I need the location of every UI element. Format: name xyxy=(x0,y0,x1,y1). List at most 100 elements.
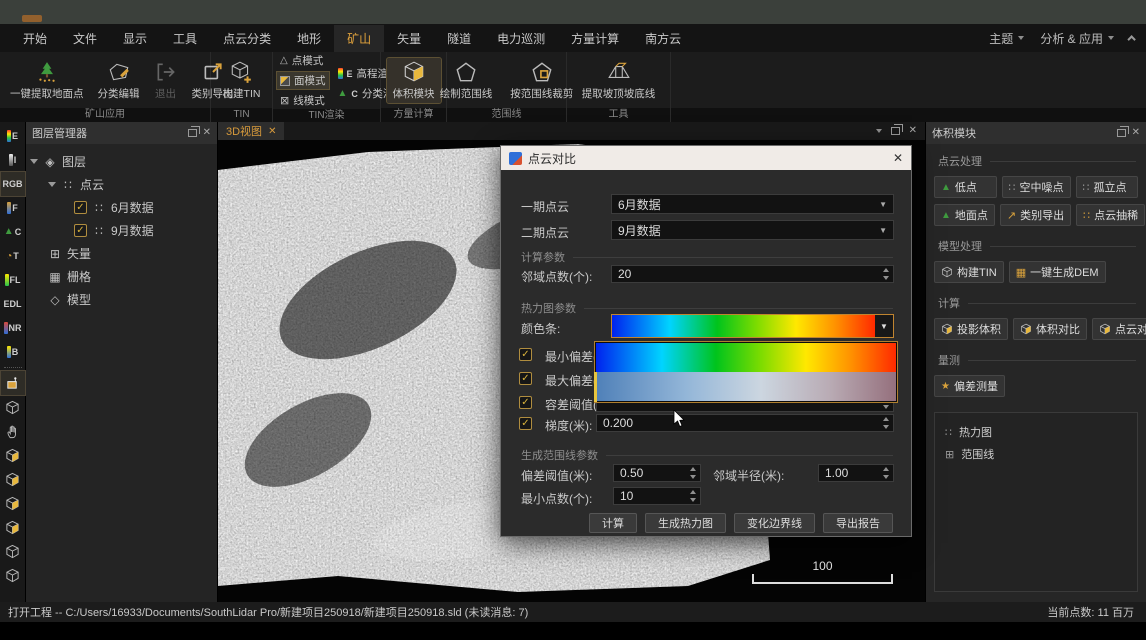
ground-point-button[interactable]: ▲地面点 xyxy=(934,204,995,226)
point-mode-button[interactable]: △点模式 xyxy=(277,52,329,69)
class-export-button[interactable]: ↗类别导出 xyxy=(1000,204,1071,226)
time-render-tool[interactable]: ◔T xyxy=(1,244,25,268)
menu-item-tools[interactable]: 工具 xyxy=(160,25,210,52)
isolated-point-button[interactable]: ∷孤立点 xyxy=(1076,176,1139,198)
checkbox-sept[interactable]: ✓ xyxy=(74,224,87,237)
float-view-icon[interactable] xyxy=(891,127,900,135)
collapse-ribbon-icon[interactable] xyxy=(1127,35,1135,43)
min-deviation-checkbox[interactable]: ✓ xyxy=(519,348,532,361)
change-boundary-button[interactable]: 变化边界线 xyxy=(734,513,815,533)
edl-tool[interactable]: EDL xyxy=(1,292,25,316)
view-cube-left[interactable] xyxy=(1,491,25,515)
expander-icon[interactable] xyxy=(30,159,38,164)
volume-compare-button[interactable]: 体积对比 xyxy=(1013,318,1087,340)
proj-volume-button[interactable]: 投影体积 xyxy=(934,318,1008,340)
classify-edit-button[interactable]: 分类编辑 xyxy=(92,58,146,103)
menu-item-volume-calc[interactable]: 方量计算 xyxy=(558,25,632,52)
colormap-option-muted[interactable] xyxy=(596,372,896,401)
spin-buttons[interactable] xyxy=(687,467,698,479)
tree-node-june[interactable]: ✓ ∷ 6月数据 xyxy=(30,196,213,219)
list-item-heatmap[interactable]: ∷热力图 xyxy=(945,421,1127,443)
tree-node-model[interactable]: ◇ 模型 xyxy=(30,288,213,311)
build-tin-button[interactable]: 构建TIN xyxy=(217,58,267,103)
spin-buttons[interactable] xyxy=(880,417,891,429)
menu-item-start[interactable]: 开始 xyxy=(10,25,60,52)
nr-tool[interactable]: NR xyxy=(1,316,25,340)
extract-ground-button[interactable]: 一键提取地面点 xyxy=(4,58,90,103)
menu-item-vector[interactable]: 矢量 xyxy=(384,25,434,52)
spin-buttons[interactable] xyxy=(880,268,891,280)
elevation-render-tool[interactable]: E xyxy=(1,124,25,148)
extract-slope-button[interactable]: 提取坡顶坡底线 xyxy=(576,58,662,103)
tree-node-sept[interactable]: ✓ ∷ 9月数据 xyxy=(30,219,213,242)
close-panel-icon[interactable]: ✕ xyxy=(1132,128,1140,138)
export-report-button[interactable]: 导出报告 xyxy=(823,513,893,533)
cube-select-tool[interactable] xyxy=(1,395,25,419)
gradient-input[interactable]: 0.200 xyxy=(596,414,894,432)
neighbor-input[interactable]: 20 xyxy=(611,265,894,283)
intensity-render-tool[interactable]: I xyxy=(1,148,25,172)
colormap-option-rainbow[interactable] xyxy=(596,343,896,372)
list-item-rangeline[interactable]: ⊞范围线 xyxy=(945,443,1127,465)
gradient-checkbox[interactable]: ✓ xyxy=(519,417,532,430)
menu-item-tunnel[interactable]: 隧道 xyxy=(434,25,484,52)
colorbar-combo[interactable]: ▼ xyxy=(611,314,894,338)
dev-threshold-input[interactable]: 0.50 xyxy=(613,464,701,482)
menu-item-south-cloud[interactable]: 南方云 xyxy=(632,25,694,52)
theme-menu[interactable]: 主题 xyxy=(989,30,1024,47)
expander-icon[interactable] xyxy=(48,182,56,187)
close-panel-icon[interactable]: ✕ xyxy=(203,128,211,138)
tolerance-checkbox[interactable]: ✓ xyxy=(519,396,532,409)
menu-item-display[interactable]: 显示 xyxy=(110,25,160,52)
dialog-close-icon[interactable]: ✕ xyxy=(893,151,903,165)
phase1-combo[interactable]: 6月数据 ▼ xyxy=(611,194,894,214)
float-panel-icon[interactable] xyxy=(1117,129,1126,137)
pan-tool[interactable] xyxy=(1,419,25,443)
view-cube-bottom[interactable] xyxy=(1,563,25,587)
menu-item-power[interactable]: 电力巡测 xyxy=(484,25,558,52)
menu-item-mine[interactable]: 矿山 xyxy=(334,25,384,52)
rgb-render-tool[interactable]: RGB xyxy=(1,172,25,196)
tree-node-vector[interactable]: ⊞ 矢量 xyxy=(30,242,213,265)
close-view-icon[interactable]: ✕ xyxy=(909,126,917,136)
checkbox-june[interactable]: ✓ xyxy=(74,201,87,214)
b-tool[interactable]: B xyxy=(1,340,25,364)
tab-list-icon[interactable] xyxy=(876,129,882,133)
deviation-measure-button[interactable]: ★偏差测量 xyxy=(934,375,1005,397)
spin-buttons[interactable] xyxy=(880,467,891,479)
face-mode-button[interactable]: 面模式 xyxy=(277,72,329,89)
fl-render-tool[interactable]: FL xyxy=(1,268,25,292)
max-deviation-checkbox[interactable]: ✓ xyxy=(519,372,532,385)
gen-dem-button[interactable]: ▦一键生成DEM xyxy=(1009,261,1106,283)
tree-node-layers[interactable]: ◈ 图层 xyxy=(30,150,213,173)
low-point-button[interactable]: ▲低点 xyxy=(934,176,997,198)
min-points-input[interactable]: 10 xyxy=(613,487,701,505)
spin-buttons[interactable] xyxy=(687,490,698,502)
build-tin-button[interactable]: 构建TIN xyxy=(934,261,1004,283)
thin-button[interactable]: ∷点云抽稀 xyxy=(1076,204,1145,226)
menu-item-terrain[interactable]: 地形 xyxy=(284,25,334,52)
box-select-tool[interactable] xyxy=(1,371,25,395)
line-mode-button[interactable]: ⊠线模式 xyxy=(277,92,329,109)
view-cube-front[interactable] xyxy=(1,467,25,491)
tree-node-raster[interactable]: ▦ 栅格 xyxy=(30,265,213,288)
tab-3d-view[interactable]: 3D视图 ✕ xyxy=(218,122,284,140)
view-cube-top[interactable] xyxy=(1,443,25,467)
menu-item-pc-classify[interactable]: 点云分类 xyxy=(210,25,284,52)
feature-render-tool[interactable]: F xyxy=(1,196,25,220)
gen-heatmap-button[interactable]: 生成热力图 xyxy=(645,513,726,533)
volume-module-button[interactable]: 体积模块 xyxy=(387,58,441,103)
menu-item-file[interactable]: 文件 xyxy=(60,25,110,52)
dialog-titlebar[interactable]: 点云对比 ✕ xyxy=(501,146,911,170)
radius-input[interactable]: 1.00 xyxy=(818,464,894,482)
tree-node-point-cloud[interactable]: ∷ 点云 xyxy=(30,173,213,196)
draw-range-button[interactable]: 绘制范围线 xyxy=(434,58,499,103)
float-panel-icon[interactable] xyxy=(188,129,197,137)
view-cube-right[interactable] xyxy=(1,515,25,539)
tab-close-icon[interactable]: ✕ xyxy=(268,126,276,137)
calc-button[interactable]: 计算 xyxy=(589,513,637,533)
pc-compare-button[interactable]: 点云对比 xyxy=(1092,318,1146,340)
class-render-tool[interactable]: ▲C xyxy=(1,220,25,244)
view-cube-back[interactable] xyxy=(1,539,25,563)
air-noise-button[interactable]: ∷空中噪点 xyxy=(1002,176,1071,198)
